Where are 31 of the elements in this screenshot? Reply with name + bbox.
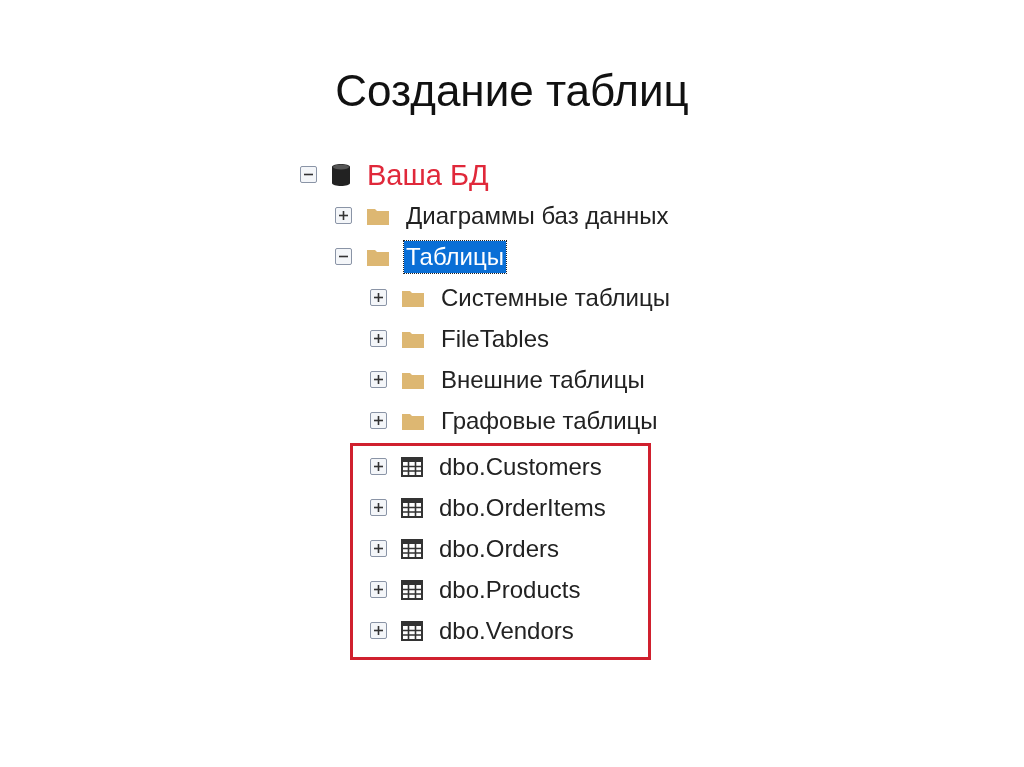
table-icon: [401, 579, 423, 600]
collapse-icon[interactable]: [300, 166, 317, 183]
expand-icon[interactable]: [370, 581, 387, 598]
table-icon: [401, 497, 423, 518]
tree-item[interactable]: FileTables: [439, 322, 552, 355]
expand-icon[interactable]: [370, 540, 387, 557]
table-icon: [401, 538, 423, 559]
collapse-icon[interactable]: [335, 248, 352, 265]
expand-icon[interactable]: [370, 622, 387, 639]
expand-icon[interactable]: [370, 371, 387, 388]
expand-icon[interactable]: [370, 499, 387, 516]
tree-item[interactable]: dbo.Vendors: [437, 614, 576, 647]
tree-item[interactable]: dbo.OrderItems: [437, 491, 608, 524]
tree-item[interactable]: Таблицы: [404, 240, 506, 273]
expand-icon[interactable]: [335, 207, 352, 224]
tree-item[interactable]: Графовые таблицы: [439, 404, 660, 437]
expand-icon[interactable]: [370, 289, 387, 306]
database-icon: [331, 162, 351, 187]
expand-icon[interactable]: [370, 412, 387, 429]
tree-item[interactable]: Ваша БД: [365, 158, 491, 191]
tree-item[interactable]: Диаграммы баз данных: [404, 199, 671, 232]
table-icon: [401, 456, 423, 477]
tree-item[interactable]: Системные таблицы: [439, 281, 672, 314]
tree-item[interactable]: Внешние таблицы: [439, 363, 647, 396]
tree-item[interactable]: dbo.Orders: [437, 532, 562, 565]
slide-title: Создание таблиц: [335, 66, 689, 116]
table-icon: [401, 620, 423, 641]
expand-icon[interactable]: [370, 458, 387, 475]
expand-icon[interactable]: [370, 330, 387, 347]
tree-item[interactable]: dbo.Products: [437, 573, 583, 606]
tree-item[interactable]: dbo.Customers: [437, 450, 604, 483]
